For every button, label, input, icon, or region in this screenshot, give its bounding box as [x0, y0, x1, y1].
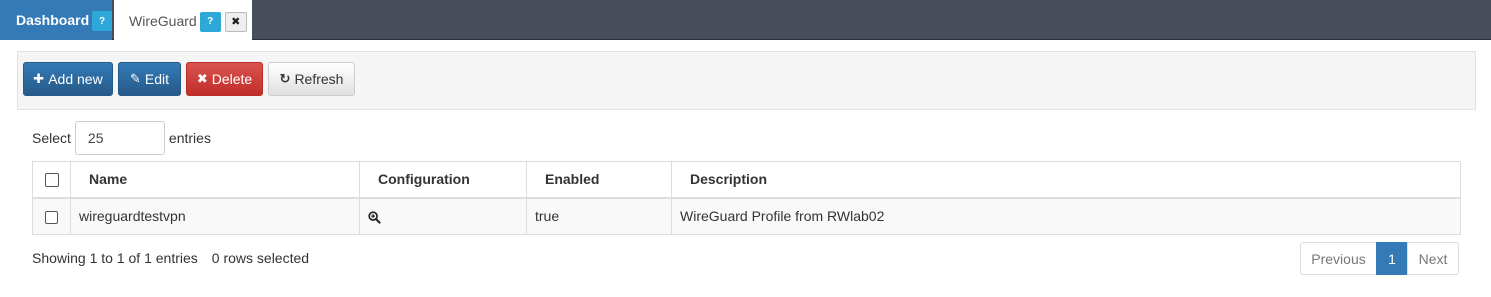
zoom-icon[interactable]: [368, 211, 381, 224]
column-header-name[interactable]: Name: [70, 161, 360, 199]
row-select-cell: [32, 197, 71, 235]
tab-bar: Dashboard ? WireGuard ? ✖: [0, 0, 1491, 41]
add-new-label: Add new: [48, 71, 103, 87]
refresh-button[interactable]: ↻ Refresh: [268, 62, 355, 96]
next-page-button[interactable]: Next: [1407, 242, 1459, 275]
edit-label: Edit: [144, 71, 170, 87]
row-checkbox[interactable]: [45, 211, 58, 225]
close-tab-icon[interactable]: ✖: [224, 11, 247, 32]
profiles-table: Name Configuration Enabled Description w…: [32, 161, 1461, 235]
tab-dashboard-label: Dashboard: [16, 12, 90, 28]
pagination: Previous 1 Next: [1300, 242, 1459, 275]
entries-info: Showing 1 to 1 of 1 entries: [32, 250, 198, 266]
add-new-button[interactable]: ✚ Add new: [23, 62, 113, 96]
tab-wireguard[interactable]: WireGuard ? ✖: [114, 0, 252, 41]
table-row[interactable]: wireguardtestvpn true WireGuard Profile …: [32, 197, 1461, 235]
selected-info: 0 rows selected: [211, 250, 310, 266]
x-icon: ✖: [196, 71, 208, 86]
help-icon[interactable]: ?: [199, 11, 221, 32]
page-size-input[interactable]: 25: [74, 121, 165, 155]
pencil-icon: ✎: [129, 71, 141, 86]
cell-name: wireguardtestvpn: [70, 197, 360, 235]
delete-label: Delete: [211, 71, 253, 87]
refresh-icon: ↻: [279, 71, 291, 86]
column-header-enabled[interactable]: Enabled: [526, 161, 672, 199]
cell-configuration: [359, 197, 527, 235]
page-size-suffix: entries: [168, 130, 211, 146]
select-all-checkbox[interactable]: [44, 173, 59, 188]
cell-description: WireGuard Profile from RWlab02: [671, 197, 1461, 235]
previous-page-button[interactable]: Previous: [1300, 242, 1377, 275]
tab-wireguard-label: WireGuard: [129, 12, 197, 29]
action-toolbar: ✚ Add new ✎ Edit ✖ Delete ↻ Refresh: [17, 51, 1476, 110]
refresh-label: Refresh: [294, 71, 344, 87]
edit-button[interactable]: ✎ Edit: [118, 62, 181, 96]
page-1-button[interactable]: 1: [1376, 242, 1408, 275]
help-icon[interactable]: ?: [92, 11, 112, 31]
tab-dashboard[interactable]: Dashboard ?: [0, 0, 112, 40]
page-size-control: Select 25 entries: [32, 121, 211, 155]
plus-icon: ✚: [33, 71, 45, 86]
table-header-row: Name Configuration Enabled Description: [32, 161, 1461, 199]
delete-button[interactable]: ✖ Delete: [186, 62, 263, 96]
column-header-description[interactable]: Description: [671, 161, 1461, 199]
table-info: Showing 1 to 1 of 1 entries 0 rows selec…: [32, 248, 309, 268]
select-all-cell: [32, 161, 71, 199]
cell-enabled: true: [526, 197, 672, 235]
column-header-configuration[interactable]: Configuration: [359, 161, 527, 199]
page-size-prefix: Select: [32, 130, 71, 146]
